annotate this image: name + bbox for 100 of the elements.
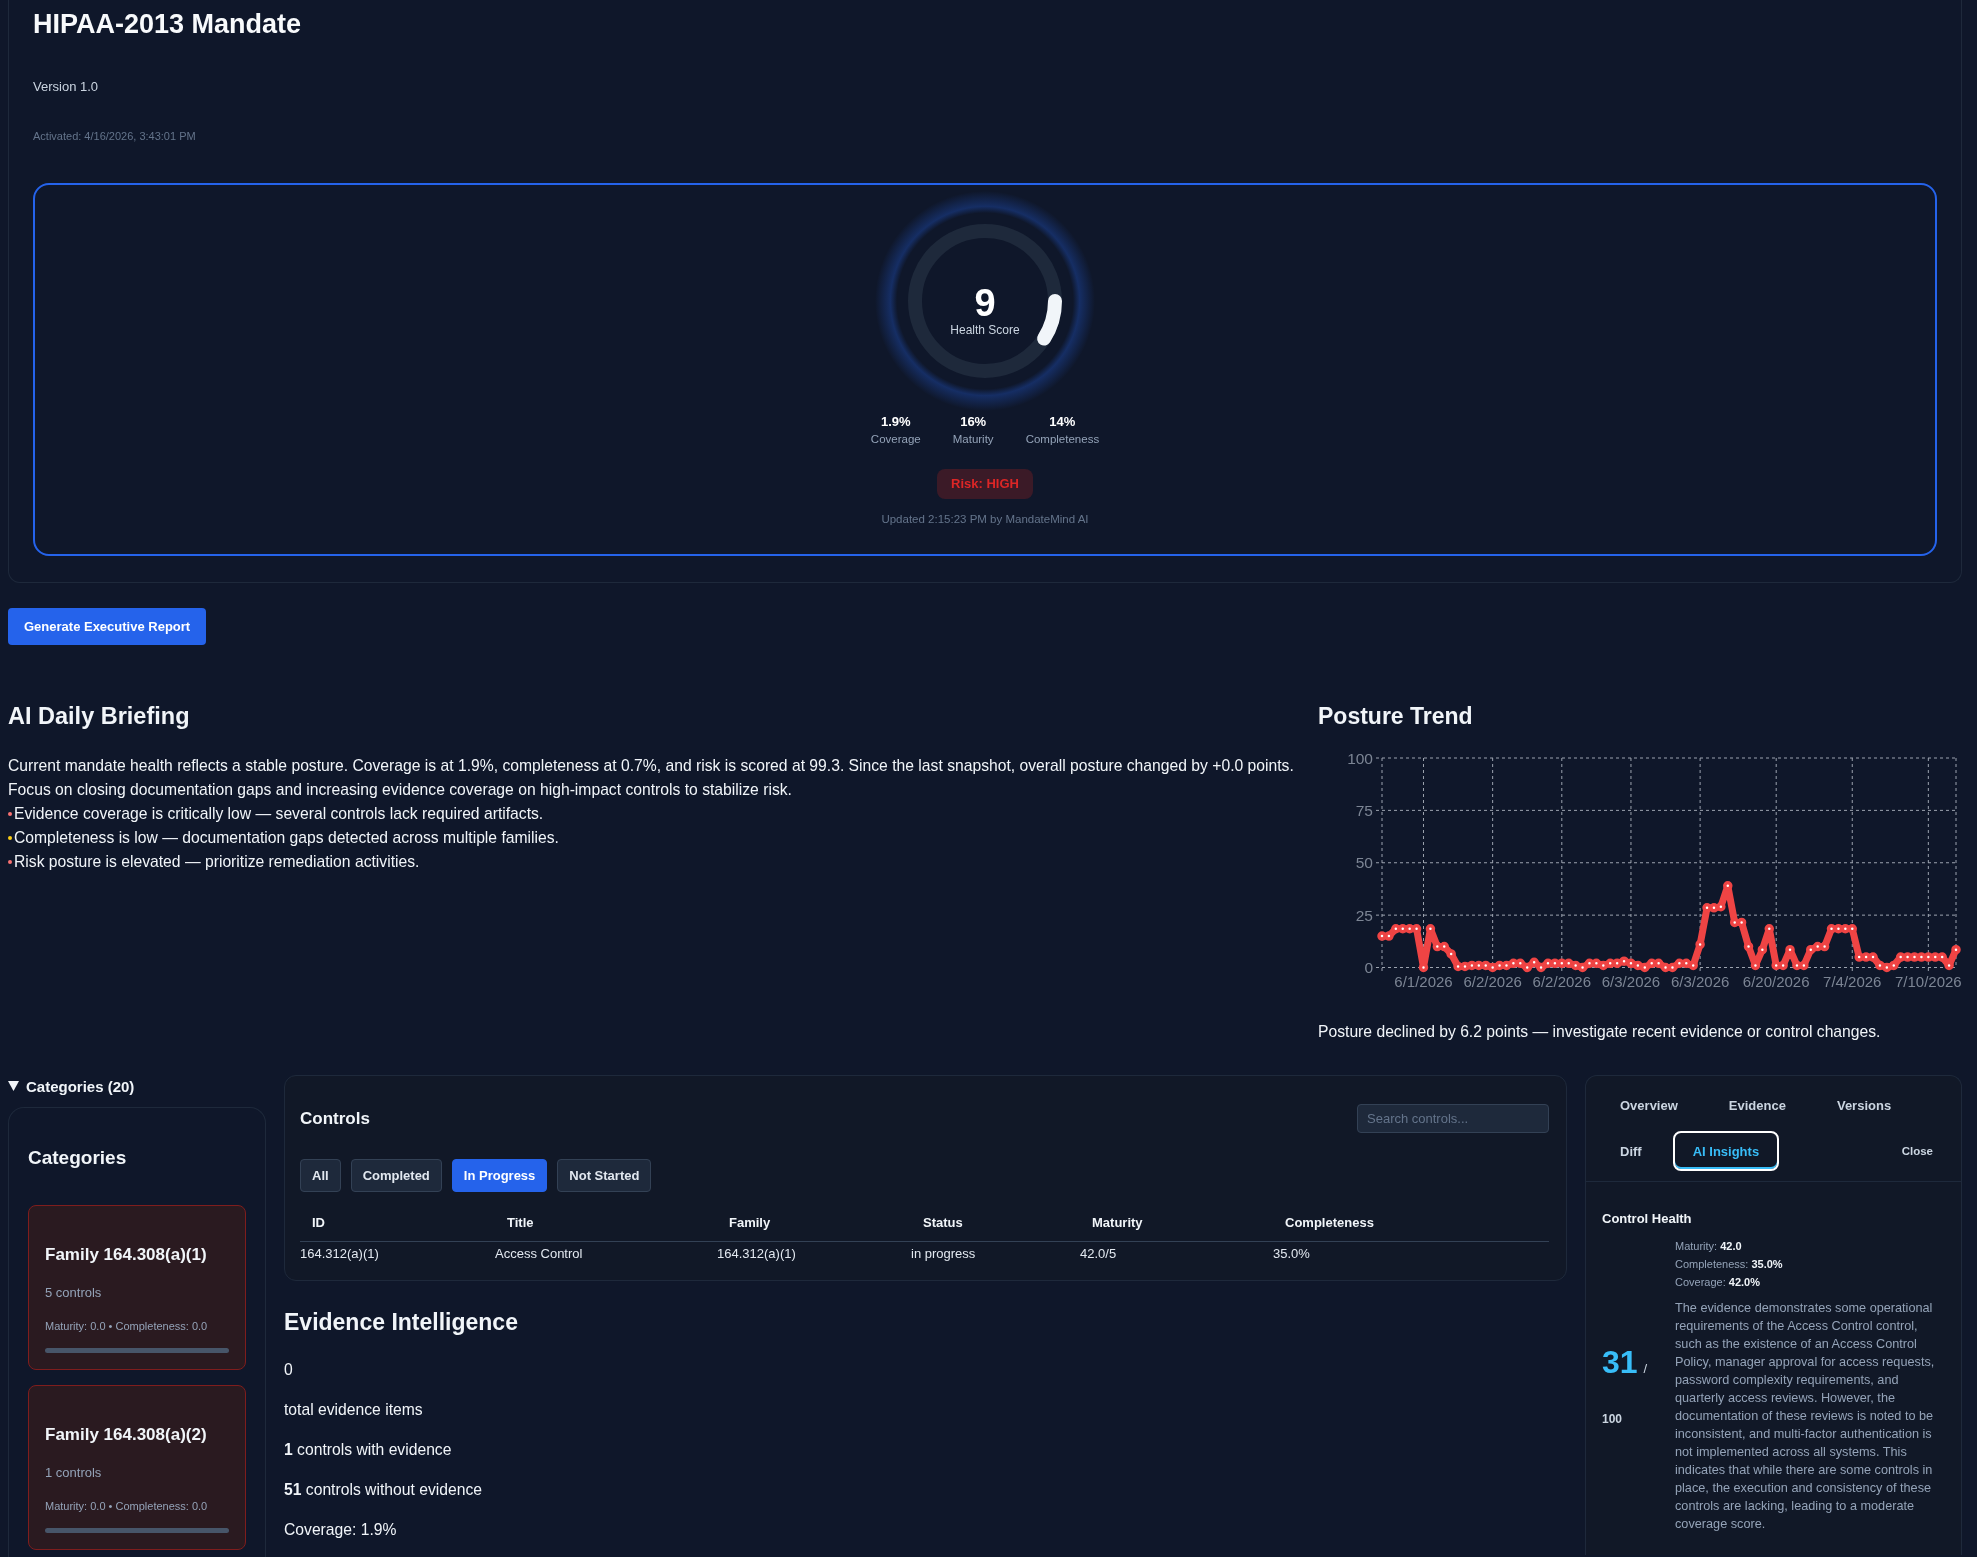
data-point	[1398, 924, 1408, 934]
data-point	[1660, 962, 1671, 973]
metric-value: 14%	[1049, 413, 1076, 431]
evidence-stat-text: 0	[284, 1360, 293, 1380]
metric-label: Maturity	[952, 432, 994, 447]
data-point	[1612, 958, 1622, 969]
data-point	[1598, 960, 1609, 971]
data-point	[1750, 960, 1761, 971]
data-point	[1377, 931, 1387, 941]
data-point	[1667, 962, 1678, 973]
data-point	[1688, 960, 1698, 971]
family-card[interactable]: Family 164.308(a)(2) 1 controls Maturity: 0.0 • Completeness: 0.0	[28, 1385, 246, 1550]
data-point	[1792, 960, 1802, 971]
evidence-stat-text: 1 controls with evidence	[284, 1440, 452, 1460]
data-point	[1633, 960, 1643, 971]
data-point	[1861, 952, 1871, 962]
filter-button[interactable]: All	[300, 1159, 341, 1192]
data-point	[1605, 958, 1615, 969]
column-header: Title	[507, 1215, 534, 1230]
family-stats: Maturity: 0.0 • Completeness: 0.0	[45, 1499, 208, 1513]
panel-heading: Controls	[300, 1107, 370, 1130]
x-axis-label: 6/20/2026	[1742, 973, 1810, 990]
data-point	[1840, 924, 1851, 934]
data-point	[1425, 924, 1436, 934]
data-point	[1826, 924, 1837, 934]
data-point	[1453, 961, 1463, 972]
panel-tab[interactable]: AI Insights	[1672, 1131, 1780, 1171]
data-point	[1557, 958, 1567, 969]
data-point	[1785, 944, 1795, 955]
y-axis-label: 100	[1347, 749, 1373, 767]
briefing-bullet-text: Evidence coverage is critically low — several controls lack required artifacts.	[14, 804, 544, 824]
family-card[interactable]: Family 164.308(a)(1) 5 controls Maturity: 0.0 • Completeness: 0.0	[28, 1205, 246, 1370]
data-point	[1806, 944, 1816, 955]
data-point	[1460, 961, 1470, 972]
generate-report-button[interactable]: Generate Executive Report	[8, 608, 207, 645]
column-header: Status	[923, 1215, 963, 1230]
score-separator: /	[1643, 1361, 1648, 1376]
data-point	[1812, 941, 1823, 952]
panel-tab[interactable]: Evidence	[1708, 1085, 1806, 1125]
data-point	[1833, 924, 1844, 934]
data-point	[1411, 924, 1422, 934]
briefing-bullet-text: Completeness is low — documentation gaps detected across multiple families.	[14, 828, 559, 848]
table-cell: 164.312(a)(1)	[300, 1245, 379, 1261]
y-axis-label: 25	[1355, 906, 1373, 924]
panel-tab[interactable]: Versions	[1816, 1085, 1912, 1125]
search-field[interactable]: Search controls...	[1357, 1104, 1549, 1133]
evidence-stat-text: total evidence items	[284, 1400, 423, 1420]
data-point	[1501, 960, 1512, 971]
filter-button[interactable]: Completed	[350, 1159, 442, 1192]
table-cell: in progress	[911, 1245, 976, 1261]
panel-heading: Categories	[28, 1146, 127, 1170]
data-point	[1474, 960, 1484, 971]
data-point	[1467, 960, 1477, 971]
y-axis-label: 50	[1355, 854, 1373, 872]
data-point	[1895, 952, 1906, 962]
risk-badge: Risk: HIGH	[937, 469, 1033, 499]
data-point	[1674, 958, 1685, 969]
x-axis-label: 7/10/2026	[1894, 973, 1962, 990]
data-point	[1384, 931, 1394, 941]
briefing-bullet-text: Risk posture is elevated — prioritize remediation activities.	[14, 852, 420, 872]
data-point	[1418, 962, 1429, 973]
data-point	[1729, 917, 1740, 928]
panel-tab[interactable]: Overview	[1600, 1085, 1698, 1125]
x-axis-label: 6/3/2026	[1670, 973, 1730, 990]
control-metric: Maturity: 42.0	[1675, 1239, 1742, 1254]
column-header: Family	[729, 1215, 771, 1230]
data-point	[1626, 958, 1636, 969]
data-point	[1847, 924, 1857, 934]
data-point	[1404, 924, 1415, 934]
data-point	[1902, 952, 1913, 962]
panel-tab[interactable]: Diff	[1600, 1131, 1662, 1171]
section-heading: Evidence Intelligence	[284, 1308, 518, 1336]
health-score-value: 9	[974, 283, 996, 323]
x-axis-label: 6/1/2026	[1394, 973, 1453, 990]
data-point	[1695, 939, 1705, 950]
data-point	[1584, 958, 1595, 969]
control-count: 1 controls	[45, 1464, 102, 1482]
data-point	[1536, 962, 1546, 973]
section-heading: AI Daily Briefing	[8, 702, 190, 730]
score-max: 100	[1602, 1411, 1623, 1427]
metric-value: 1.9%	[880, 413, 911, 431]
family-name: Family 164.308(a)(1)	[45, 1244, 207, 1266]
data-point	[1757, 944, 1768, 955]
trend-caption: Posture declined by 6.2 points — investigate recent evidence or control changes.	[1318, 1022, 1881, 1042]
data-point	[1550, 958, 1560, 969]
data-point	[1619, 956, 1629, 966]
family-stats: Maturity: 0.0 • Completeness: 0.0	[45, 1319, 208, 1333]
filter-button[interactable]: Not Started	[557, 1159, 652, 1192]
data-point	[1432, 941, 1443, 952]
categories-toggle[interactable]: Categories (20)	[8, 1077, 135, 1095]
data-point	[1515, 958, 1526, 969]
data-point	[1909, 952, 1920, 962]
close-button[interactable]: Close	[1887, 1131, 1947, 1171]
x-axis-label: 7/4/2026	[1823, 973, 1882, 990]
column-header: Completeness	[1285, 1215, 1374, 1230]
evidence-stat-text: Coverage: 1.9%	[284, 1520, 397, 1540]
table-cell: 35.0%	[1273, 1245, 1310, 1261]
family-name: Family 164.308(a)(2)	[45, 1424, 207, 1446]
ai-analysis-text: The evidence demonstrates some operational requirements of the Access Control control, such as the existence of an Access Control Policy, manager approval for access requests, password complexity requirements, and quarterly access reviews. However, the documentation of these reviews is noted to be inconsistent, and multi-factor authentication is not implemented across all systems. This indicates that while there are some controls in place, the execution and consistency of these controls are lacking, leading to a moderate coverage score.	[1675, 1300, 1936, 1533]
filter-button[interactable]: In Progress	[451, 1159, 548, 1192]
